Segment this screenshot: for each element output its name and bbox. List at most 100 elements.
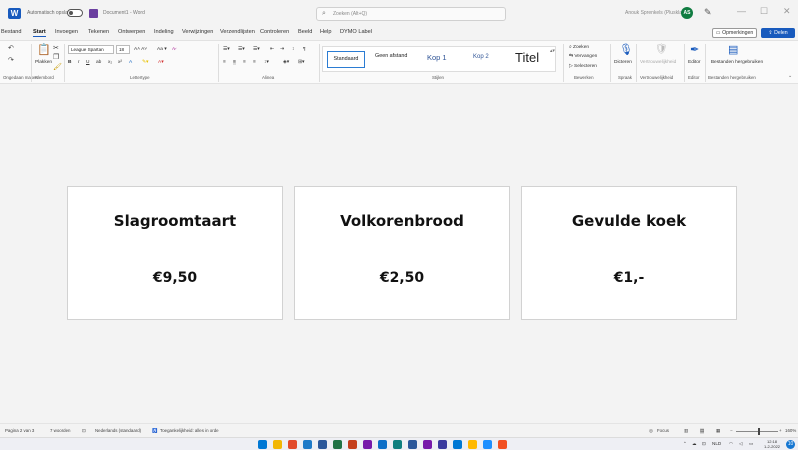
tray-app-icon[interactable]: ⊡ [702, 441, 706, 447]
save-icon[interactable] [89, 9, 98, 18]
tab-ontwerpen[interactable]: Ontwerpen [118, 29, 145, 35]
file-explorer-icon[interactable] [288, 440, 297, 449]
font-size-select[interactable]: 18 [116, 45, 130, 54]
show-hidden-icons-icon[interactable]: ⌃ [683, 441, 687, 447]
paste-label[interactable]: Plakken [35, 60, 52, 65]
replace-button[interactable]: ⇆ Vervangen [569, 54, 597, 59]
bold-icon[interactable]: B [68, 60, 71, 65]
web-layout-icon[interactable]: ▦ [716, 428, 720, 434]
sensitivity-icon[interactable]: 🛡 [655, 45, 668, 55]
powerpoint-icon[interactable] [363, 440, 372, 449]
tab-help[interactable]: Help [320, 29, 332, 35]
maximize-icon[interactable]: ☐ [760, 6, 768, 17]
wifi-icon[interactable]: ◠ [729, 441, 733, 447]
app-icon[interactable] [483, 440, 492, 449]
dictate-label[interactable]: Dicteren [614, 60, 632, 65]
avatar[interactable]: AS [681, 7, 693, 19]
font-color-icon[interactable]: A▾ [158, 60, 164, 65]
editor-label[interactable]: Editor [688, 60, 701, 65]
find-button[interactable]: ⌕ Zoeken [569, 44, 589, 50]
style-heading-2[interactable]: Kop 2 [473, 54, 489, 60]
clear-format-icon[interactable]: A̷ [172, 47, 175, 52]
underline-icon[interactable]: U [86, 60, 89, 65]
focus-label[interactable]: Focus [657, 428, 669, 433]
bullets-icon[interactable]: ☰▾ [223, 47, 230, 52]
editor-icon[interactable]: ✒ [690, 45, 699, 56]
app-icon[interactable] [453, 440, 462, 449]
word-icon[interactable] [408, 440, 417, 449]
battery-icon[interactable]: ▭ [749, 441, 753, 447]
format-painter-icon[interactable]: 🖌 [53, 64, 62, 71]
minimize-icon[interactable]: — [737, 6, 746, 16]
word-icon[interactable] [333, 440, 342, 449]
start-icon[interactable] [258, 440, 267, 449]
grow-font-icon[interactable]: A˄ A˅ [134, 47, 147, 52]
tab-verwijzingen[interactable]: Verwijzingen [182, 29, 213, 35]
microphone-icon[interactable]: 🎙 [619, 45, 633, 56]
style-heading-1[interactable]: Kop 1 [427, 53, 447, 62]
align-center-icon[interactable]: ≡ [233, 60, 236, 65]
accessibility-status[interactable]: Toegankelijkheid: alles in orde [160, 428, 219, 433]
tab-verzendlijsten[interactable]: Verzendlijsten [220, 29, 255, 35]
zoom-level[interactable]: 160% [785, 428, 796, 433]
clock[interactable]: 12:18 1-2-2022 [764, 439, 780, 449]
close-icon[interactable]: ✕ [783, 6, 791, 17]
app-icon[interactable] [498, 440, 507, 449]
style-title[interactable]: Titel [515, 50, 539, 65]
read-mode-icon[interactable]: ▥ [684, 428, 688, 434]
onenote-icon[interactable] [393, 440, 402, 449]
style-no-spacing[interactable]: Geen afstand [375, 53, 407, 59]
app-icon[interactable] [468, 440, 477, 449]
page-count[interactable]: Pagina 2 van 3 [5, 428, 34, 433]
tab-indeling[interactable]: Indeling [154, 29, 174, 35]
sort-icon[interactable]: ↕ [292, 47, 294, 52]
superscript-icon[interactable]: x² [118, 60, 122, 65]
align-right-icon[interactable]: ≡ [243, 60, 246, 65]
autosave-toggle[interactable] [67, 9, 83, 17]
tab-dymo-label[interactable]: DYMO Label [340, 29, 372, 35]
reuse-files-label[interactable]: Bestanden hergebruiken [710, 60, 764, 66]
excel-icon[interactable] [348, 440, 357, 449]
increase-indent-icon[interactable]: ⇥ [280, 47, 284, 52]
proofing-icon[interactable]: ⊡ [82, 428, 86, 434]
sensitivity-label[interactable]: Vertrouwelijkheid [640, 60, 676, 65]
align-left-icon[interactable]: ≡ [223, 60, 226, 65]
language-status[interactable]: Nederlands (standaard) [95, 428, 141, 433]
reuse-files-icon[interactable]: ▤ [728, 45, 738, 56]
redo-icon[interactable]: ↷ [8, 57, 14, 64]
product-card[interactable]: Slagroomtaart €9,50 [67, 186, 283, 320]
app-icon[interactable] [438, 440, 447, 449]
product-card[interactable]: Gevulde koek €1,- [521, 186, 737, 320]
chrome-icon[interactable] [303, 440, 312, 449]
accessibility-icon[interactable]: ♿ [152, 428, 157, 434]
zoom-out-icon[interactable]: − [730, 428, 733, 433]
search-box[interactable]: ⌕ Zoeken (Alt+Q) [316, 7, 506, 21]
paste-icon[interactable]: 📋 [37, 45, 51, 56]
app-icon[interactable] [423, 440, 432, 449]
borders-icon[interactable]: ⊞▾ [298, 60, 304, 65]
decrease-indent-icon[interactable]: ⇤ [270, 47, 274, 52]
copy-icon[interactable]: ❐ [53, 54, 59, 61]
select-button[interactable]: ▷ Selecteren [569, 64, 597, 69]
zoom-slider-thumb[interactable] [758, 428, 760, 435]
product-card[interactable]: Volkorenbrood €2,50 [294, 186, 510, 320]
onedrive-icon[interactable]: ☁ [692, 441, 697, 447]
tab-tekenen[interactable]: Tekenen [88, 29, 109, 35]
language-indicator[interactable]: NLD [712, 441, 721, 446]
comments-button[interactable]: ▭ Opmerkingen [712, 28, 757, 38]
word-count[interactable]: 7 woorden [50, 428, 71, 433]
style-standard[interactable]: Standaard [327, 51, 365, 68]
focus-icon[interactable]: ◎ [649, 428, 653, 434]
font-name-select[interactable]: League Spartan [68, 45, 114, 54]
document-canvas[interactable]: Slagroomtaart €9,50 Volkorenbrood €2,50 … [0, 85, 798, 423]
print-layout-icon[interactable]: ▤ [700, 428, 705, 434]
shading-icon[interactable]: ◈▾ [283, 60, 289, 65]
tab-beeld[interactable]: Beeld [298, 29, 312, 35]
notifications-badge[interactable]: 10 [786, 440, 795, 449]
change-case-icon[interactable]: Aa ▾ [157, 47, 167, 52]
ribbon-collapse-icon[interactable]: ⌄ [788, 74, 792, 79]
tab-bestand[interactable]: Bestand [1, 29, 22, 35]
highlight-icon[interactable]: ✎▾ [142, 60, 148, 65]
italic-icon[interactable]: I [78, 60, 79, 65]
volume-icon[interactable]: ◁ [739, 441, 743, 447]
